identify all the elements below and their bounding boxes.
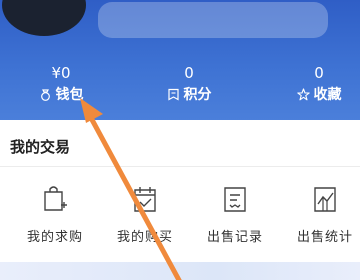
my-requests-button[interactable]: 我的求购 (10, 184, 100, 245)
username-area (98, 2, 328, 38)
points-label: 积分 (183, 87, 212, 103)
sales-stats-button[interactable]: 出售统计 (280, 184, 360, 245)
wallet-stat[interactable]: ¥0 钱包 (6, 62, 116, 108)
my-purchases-button[interactable]: 我的购买 (100, 184, 190, 245)
points-icon (167, 86, 180, 108)
favorites-stat[interactable]: 0 收藏 (264, 62, 360, 108)
record-list-icon (190, 184, 280, 214)
next-section-strip (0, 262, 360, 280)
section-title: 我的交易 (10, 138, 71, 156)
chart-icon (280, 184, 360, 214)
favorites-label: 收藏 (313, 87, 342, 103)
sales-stats-label: 出售统计 (296, 230, 353, 245)
sales-records-button[interactable]: 出售记录 (190, 184, 280, 245)
divider (0, 166, 360, 167)
my-requests-label: 我的求购 (26, 230, 83, 245)
points-value: 0 (184, 64, 194, 82)
avatar[interactable] (2, 0, 86, 36)
my-purchases-label: 我的购买 (116, 230, 173, 245)
wallet-label: 钱包 (55, 87, 84, 103)
shopping-bag-add-icon (10, 184, 100, 214)
wallet-value: ¥0 (51, 64, 71, 82)
favorites-value: 0 (314, 64, 324, 82)
calendar-check-icon (100, 184, 190, 214)
profile-header: ¥0 钱包 0 积分 0 收藏 (0, 0, 360, 120)
sales-records-label: 出售记录 (206, 230, 263, 245)
my-trades-card: 我的交易 我的求购 我的购买 出售记录 出售统计 (0, 120, 360, 280)
star-icon (296, 86, 310, 108)
wallet-icon (39, 86, 52, 108)
points-stat[interactable]: 0 积分 (134, 62, 244, 108)
